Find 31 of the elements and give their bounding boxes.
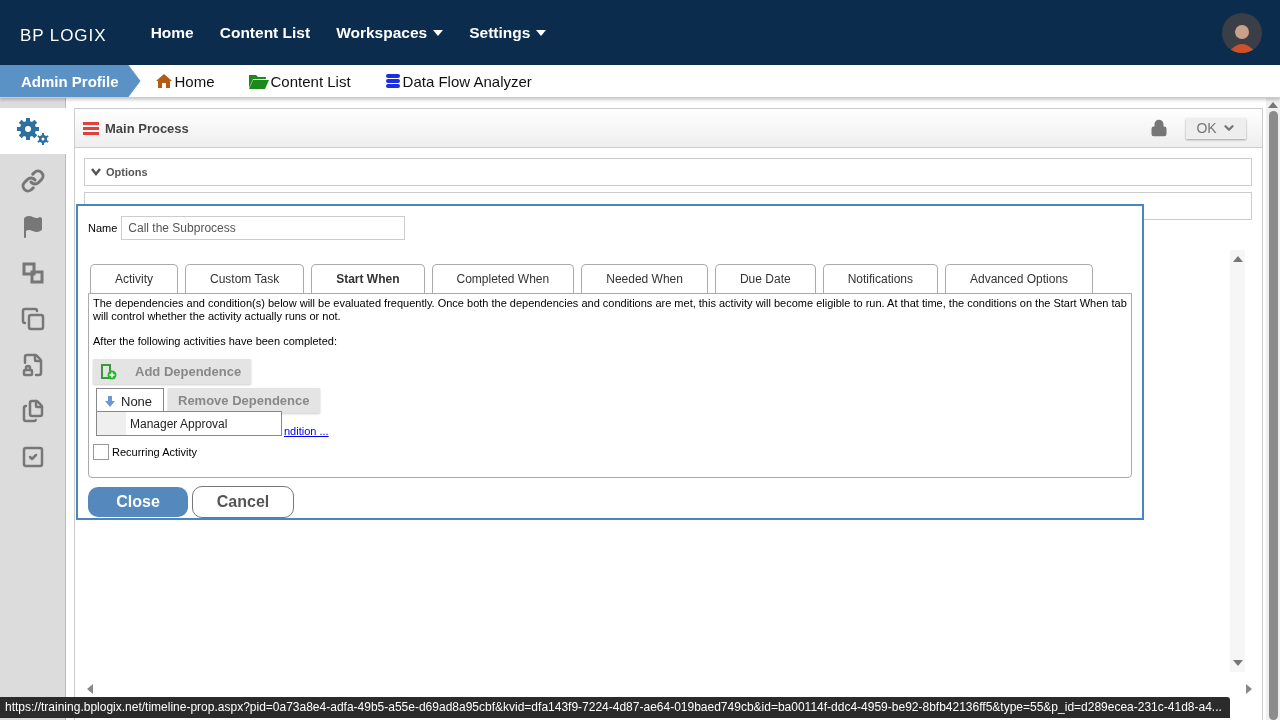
tab[interactable]: Custom Task [185, 264, 305, 293]
dependence-dropdown[interactable]: None [96, 388, 164, 414]
tab[interactable]: Needed When [581, 264, 708, 293]
tab[interactable]: Start When [311, 264, 425, 293]
name-field[interactable]: Call the Subprocess [121, 216, 406, 240]
nav-link[interactable]: Content List [219, 23, 311, 42]
nav-link[interactable]: Settings [469, 23, 547, 42]
tab[interactable]: Activity [90, 264, 178, 293]
tab[interactable]: Completed When [431, 264, 575, 293]
checkbox-label: Recurring Activity [112, 446, 197, 458]
instruction-text: After the following activities have been completed: [93, 335, 338, 347]
close-button[interactable]: Close [88, 487, 188, 517]
condition-link[interactable]: ndition ... [284, 425, 329, 437]
breadcrumb-link[interactable]: Home [154, 72, 215, 90]
breadcrumb-link[interactable]: Content List [248, 72, 351, 90]
nav-link[interactable]: Home [150, 23, 194, 42]
cancel-button[interactable]: Cancel [192, 486, 294, 518]
description-text: The dependencies and condition(s) below will be evaluated frequently. Once both the dependencies and conditions are met, this activity will become eligible to run. At that time, the conditions on the Start When tab will control whether the activity actually runs or not. [93, 297, 1127, 323]
ok-button[interactable]: OK [1186, 117, 1246, 139]
breadcrumb-link[interactable]: Data Flow Analyzer [384, 72, 532, 90]
options-section[interactable]: Options [84, 158, 1252, 186]
nav-link[interactable]: Workspaces [336, 23, 444, 42]
tab[interactable]: Notifications [822, 264, 938, 293]
status-url: https://training.bplogix.net/timeline-prop.aspx?pid=0a73a8e4-adfa-49b5-a55e-d69ad8a95cbf&kvid=dfa143f9-7224-4d87-ae64-019baed749cb&id=ba00114f-ddc4-4959-be92-8bfb42136ff5&type=55&p_id=d289ecea-231c-41d8-a4... [0, 697, 1230, 718]
tab[interactable]: Advanced Options [945, 264, 1094, 293]
tab[interactable]: Due Date [714, 264, 816, 293]
name-label: Name [88, 222, 118, 234]
section-label: Options [106, 166, 148, 178]
menu-item[interactable]: Manager Approval [126, 416, 228, 431]
logo: BP LOGIX [20, 25, 107, 46]
panel-title: Main Process [105, 120, 189, 136]
